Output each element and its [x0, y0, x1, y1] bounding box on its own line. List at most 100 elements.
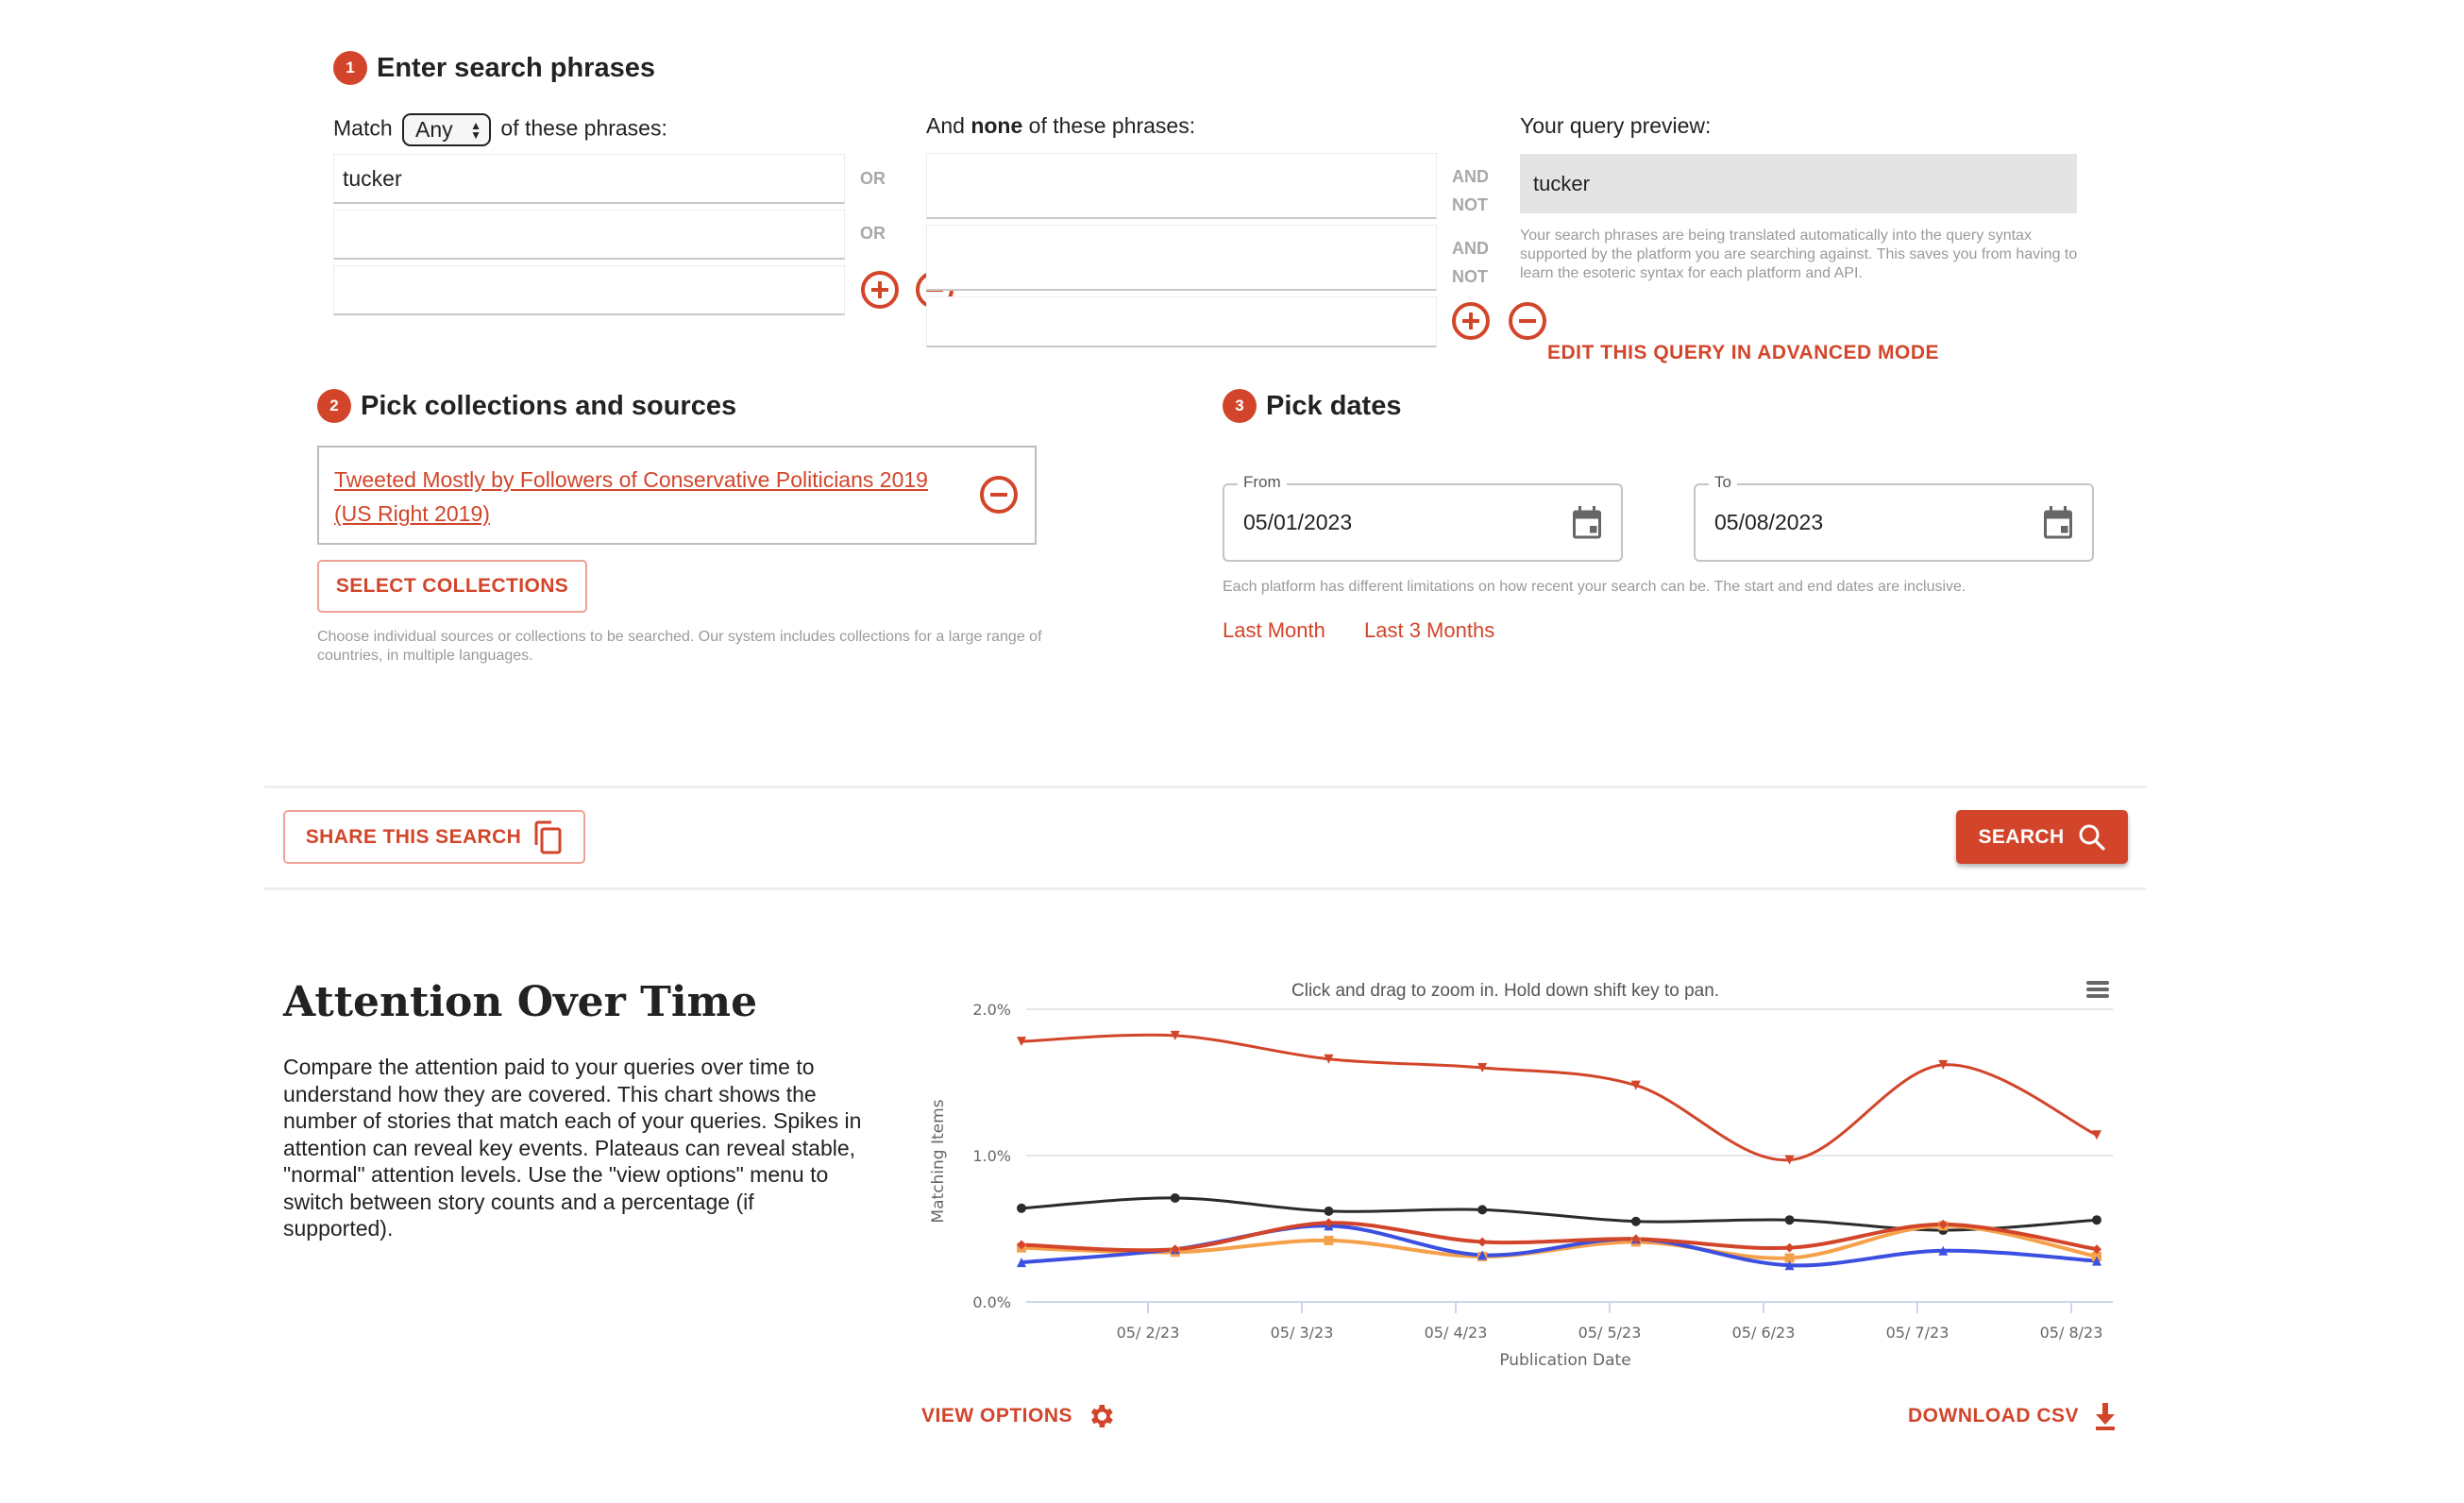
series-black-point[interactable]	[1017, 1203, 1026, 1213]
step1-title: Enter search phrases	[377, 52, 655, 83]
selected-collections-box: Tweeted Mostly by Followers of Conservat…	[317, 446, 1037, 545]
view-options-button[interactable]: VIEW OPTIONS	[921, 1401, 1116, 1431]
step2-header: 2 Pick collections and sources	[317, 389, 736, 423]
x-tick-label: 05/ 2/23	[1117, 1324, 1180, 1342]
none-phrase-input-1[interactable]	[926, 153, 1437, 219]
series-black-point[interactable]	[1784, 1215, 1795, 1225]
series-black-point[interactable]	[1477, 1205, 1488, 1215]
collection-link[interactable]: Tweeted Mostly by Followers of Conservat…	[334, 463, 938, 531]
match-mode-select[interactable]: Any ▲ ▼	[402, 113, 492, 146]
y-tick-label: 1.0%	[972, 1147, 1011, 1165]
x-tick-label: 05/ 7/23	[1886, 1324, 1949, 1342]
calendar-icon[interactable]	[2041, 504, 2075, 542]
x-tick-label: 05/ 6/23	[1732, 1324, 1796, 1342]
y-tick-label: 0.0%	[972, 1293, 1011, 1311]
remove-collection-button[interactable]	[980, 476, 1018, 514]
gear-icon	[1090, 1405, 1113, 1427]
step1-header: 1 Enter search phrases	[333, 51, 655, 85]
series-red-lower-point[interactable]	[1784, 1242, 1795, 1253]
advanced-mode-link[interactable]: EDIT THIS QUERY IN ADVANCED MODE	[1547, 342, 1939, 364]
search-label: SEARCH	[1978, 825, 2065, 848]
series-red-lower-point[interactable]	[1477, 1237, 1488, 1247]
series-red-top-point[interactable]	[2092, 1130, 2101, 1140]
chart-series	[1021, 1033, 2098, 1268]
copy-icon	[534, 820, 562, 853]
series-black-point[interactable]	[1170, 1192, 1180, 1203]
series-orange-point[interactable]	[1324, 1235, 1334, 1245]
none-prefix: And	[926, 113, 965, 138]
collections-help: Choose individual sources or collections…	[317, 629, 1042, 664]
share-search-label: SHARE THIS SEARCH	[305, 825, 522, 848]
and-not-label-1: AND NOT	[1452, 162, 1489, 219]
match-label: Match Any ▲ ▼ of these phrases:	[333, 113, 667, 146]
any-phrase-input-2[interactable]	[333, 210, 845, 260]
x-tick-label: 05/ 5/23	[1578, 1324, 1642, 1342]
chart-y-axis-title: Matching Items	[929, 1099, 948, 1223]
to-date-value: 05/08/2023	[1714, 510, 1824, 534]
select-collections-button[interactable]: SELECT COLLECTIONS	[317, 560, 587, 613]
match-prefix: Match	[333, 115, 393, 141]
series-black-point[interactable]	[2092, 1215, 2101, 1225]
attention-chart[interactable]: 0.0%1.0%2.0% 05/ 2/23 05/ 3/23 05/ 4/23 05/…	[906, 982, 2124, 1378]
from-date-value: 05/01/2023	[1243, 510, 1353, 534]
step1-badge: 1	[333, 51, 367, 85]
divider-bottom	[264, 887, 2146, 890]
attention-description: Compare the attention paid to your queri…	[283, 1055, 862, 1241]
download-csv-button[interactable]: DOWNLOAD CSV	[1908, 1401, 2117, 1431]
last-3-months-link[interactable]: Last 3 Months	[1364, 618, 1494, 643]
add-none-phrase-button[interactable]	[1452, 302, 1490, 340]
match-suffix: of these phrases:	[500, 115, 667, 141]
from-date-label: From	[1238, 473, 1287, 492]
chart-x-ticks: 05/ 2/23 05/ 3/23 05/ 4/23 05/ 5/23 05/ 6/23…	[1117, 1302, 2103, 1342]
divider-top	[264, 785, 2146, 788]
not-label: NOT	[1452, 195, 1488, 214]
y-tick-label: 2.0%	[972, 1001, 1011, 1019]
match-mode-value: Any	[415, 117, 453, 142]
chart-y-ticks: 0.0% 1.0% 2.0%	[972, 1001, 1011, 1311]
view-options-label: VIEW OPTIONS	[921, 1405, 1073, 1427]
select-collections-label: SELECT COLLECTIONS	[335, 575, 569, 597]
query-preview-box: tucker	[1520, 154, 2077, 213]
series-black-point[interactable]	[1630, 1216, 1641, 1226]
to-date-label: To	[1709, 473, 1737, 492]
add-any-phrase-button[interactable]	[861, 271, 899, 309]
search-icon	[2079, 824, 2105, 851]
plus-icon-vertical	[878, 281, 882, 298]
calendar-icon[interactable]	[1570, 504, 1604, 542]
and-label: AND	[1452, 239, 1489, 258]
query-preview-label: Your query preview:	[1520, 113, 1712, 138]
none-label: And none of these phrases:	[926, 113, 1195, 139]
or-label-2: OR	[860, 224, 886, 243]
any-phrase-input-3[interactable]	[333, 265, 845, 315]
download-icon	[2096, 1403, 2115, 1430]
step2-title: Pick collections and sources	[361, 390, 737, 421]
none-suffix: of these phrases:	[1028, 113, 1196, 138]
series-red-top-line[interactable]	[1021, 1033, 2098, 1162]
none-phrase-input-2[interactable]	[926, 225, 1437, 291]
to-date-field[interactable]: To 05/08/2023	[1694, 473, 2094, 562]
step3-badge: 3	[1223, 389, 1257, 423]
and-label: AND	[1452, 167, 1489, 186]
plus-icon-vertical	[1469, 312, 1473, 329]
remove-none-phrase-button[interactable]	[1509, 302, 1546, 340]
last-month-link[interactable]: Last Month	[1223, 618, 1325, 643]
none-bold: none	[970, 113, 1023, 138]
query-preview-help: Your search phrases are being translated…	[1520, 228, 2078, 281]
share-search-button[interactable]: SHARE THIS SEARCH	[283, 810, 585, 864]
minus-icon	[990, 493, 1007, 497]
dates-help: Each platform has different limitations …	[1223, 579, 1966, 595]
any-phrase-input-1[interactable]	[333, 154, 845, 204]
series-black-point[interactable]	[1324, 1206, 1334, 1216]
download-csv-label: DOWNLOAD CSV	[1908, 1405, 2079, 1427]
select-arrows-icon: ▲ ▼	[470, 118, 482, 142]
x-tick-label: 05/ 8/23	[2040, 1324, 2103, 1342]
not-label: NOT	[1452, 267, 1488, 286]
series-blue-line[interactable]	[1021, 1224, 2098, 1268]
x-tick-label: 05/ 3/23	[1271, 1324, 1334, 1342]
search-button[interactable]: SEARCH	[1956, 810, 2128, 864]
and-not-label-2: AND NOT	[1452, 234, 1489, 291]
step2-badge: 2	[317, 389, 351, 423]
from-date-field[interactable]: From 05/01/2023	[1223, 473, 1623, 562]
chart-grid	[1026, 1008, 2113, 1303]
none-phrase-input-3[interactable]	[926, 296, 1437, 347]
